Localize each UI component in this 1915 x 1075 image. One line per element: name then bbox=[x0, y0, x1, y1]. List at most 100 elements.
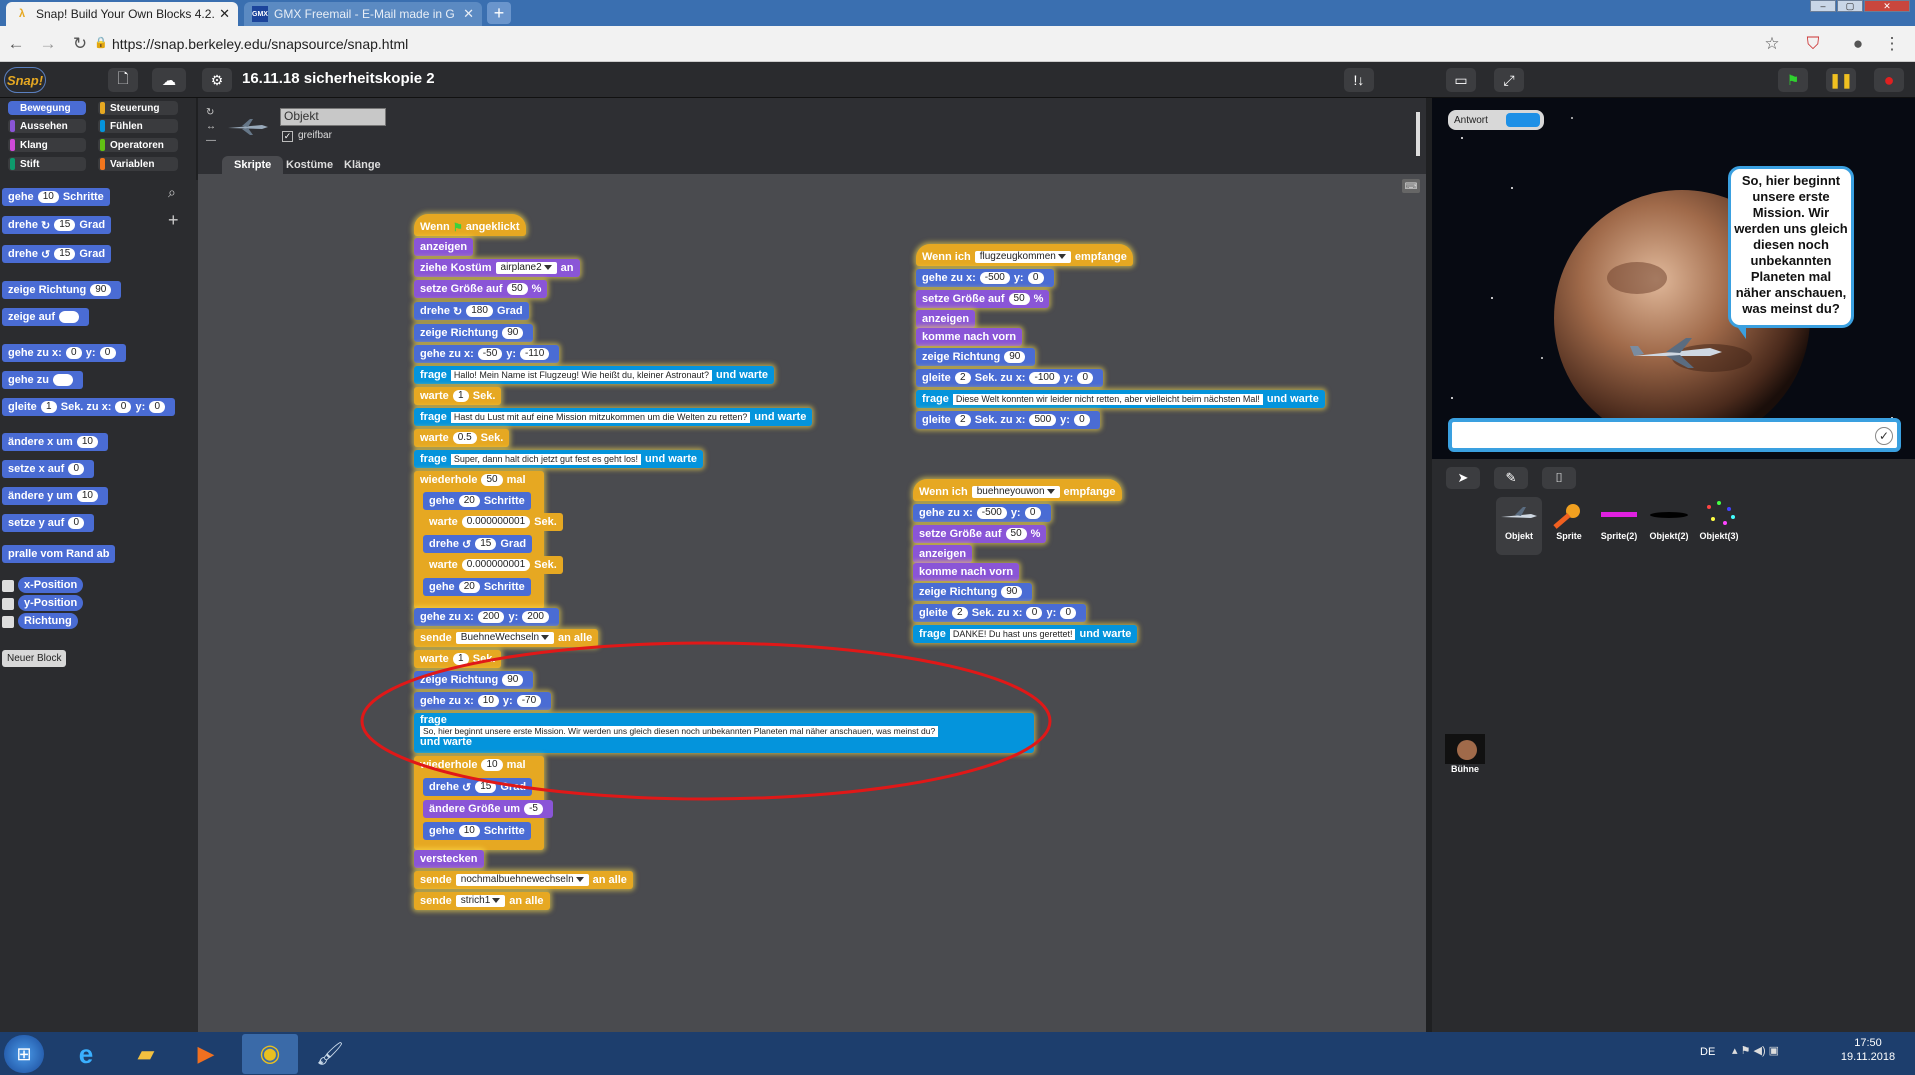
internet-explorer-icon[interactable]: e bbox=[62, 1036, 110, 1072]
stop-icon[interactable]: ● bbox=[1874, 68, 1904, 92]
start-button[interactable]: ⊞ bbox=[4, 1035, 44, 1073]
snap-logo[interactable]: Snap! bbox=[4, 67, 46, 93]
checkbox-x-position[interactable] bbox=[2, 580, 14, 592]
sprite-name-field[interactable]: Objekt bbox=[280, 108, 386, 126]
hat-when-receive-1[interactable]: Wenn ich flugzeugkommen empfange bbox=[916, 244, 1133, 266]
corral-sprite-objekt[interactable]: Objekt bbox=[1496, 497, 1542, 555]
palette-block-set-y[interactable]: setze y auf 0 bbox=[2, 514, 95, 532]
language-indicator[interactable]: DE bbox=[1700, 1046, 1715, 1058]
palette-block-turn-left[interactable]: drehe ↺ 15 Grad bbox=[2, 245, 112, 263]
palette-block-glide[interactable]: gleite 1 Sek. zu x: 0 y: 0 bbox=[2, 398, 176, 416]
palette-block-change-y[interactable]: ändere y um 10 bbox=[2, 487, 108, 505]
palette-block-turn-right[interactable]: drehe ↻ 15 Grad bbox=[2, 216, 112, 234]
block-broadcast-3[interactable]: sende strich1 an alle bbox=[414, 892, 550, 910]
new-block-button[interactable]: Neuer Block bbox=[2, 650, 67, 667]
tab-gmx[interactable]: GMX GMX Freemail - E-Mail made in G ✕ bbox=[244, 2, 482, 26]
block-set-size-s2[interactable]: setze Größe auf 50% bbox=[916, 290, 1050, 308]
block-move-10[interactable]: gehe 10 Schritte bbox=[423, 822, 531, 840]
block-move-20b[interactable]: gehe 20 Schritte bbox=[423, 578, 531, 596]
block-ask-s2[interactable]: frage Diese Welt konnten wir leider nicht… bbox=[916, 390, 1325, 408]
submit-answer-icon[interactable]: ✓ bbox=[1875, 427, 1893, 445]
add-icon[interactable]: + bbox=[168, 210, 188, 230]
camera-icon[interactable]: ⌷ bbox=[1542, 467, 1576, 489]
maximize-button[interactable]: ▢ bbox=[1837, 0, 1863, 12]
reload-icon[interactable]: ↻ bbox=[70, 34, 90, 54]
rotation-style-icons[interactable]: ↻ ↔ — bbox=[206, 106, 216, 148]
block-wait-tiny-2[interactable]: warte 0.000000001 Sek. bbox=[423, 556, 563, 574]
palette-block-set-x[interactable]: setze x auf 0 bbox=[2, 460, 95, 478]
category-motion[interactable]: Bewegung bbox=[8, 101, 86, 115]
hat-when-receive-2[interactable]: Wenn ich buehneyouwon empfange bbox=[913, 479, 1122, 501]
chrome-icon[interactable]: ◉ bbox=[242, 1034, 298, 1074]
block-show[interactable]: anzeigen bbox=[414, 238, 474, 256]
paintbrush-icon[interactable]: ✎ bbox=[1494, 467, 1528, 489]
block-ask-3[interactable]: frage Super, dann halt dich jetzt gut fes… bbox=[414, 450, 703, 468]
tray-icons[interactable]: ▴ ⚑ ◀) ▣ bbox=[1732, 1044, 1779, 1057]
block-move-20[interactable]: gehe 20 Schritte bbox=[423, 492, 531, 510]
block-hide[interactable]: verstecken bbox=[414, 850, 484, 868]
palette-block-goto-xy[interactable]: gehe zu x: 0 y: 0 bbox=[2, 344, 126, 362]
settings-gear-icon[interactable]: ⚙ bbox=[202, 68, 232, 92]
corral-sprite-objekt2[interactable]: Objekt(2) bbox=[1646, 497, 1692, 555]
block-ask-2[interactable]: frage Hast du Lust mit auf eine Mission m… bbox=[414, 408, 813, 426]
extension-icon[interactable]: ⛉ bbox=[1803, 34, 1823, 54]
category-control[interactable]: Steuerung bbox=[98, 101, 178, 115]
palette-block-point-towards[interactable]: zeige auf bbox=[2, 308, 90, 326]
green-flag-icon[interactable]: ⚑ bbox=[1778, 68, 1808, 92]
normal-stage-icon[interactable]: ▭ bbox=[1446, 68, 1476, 92]
block-glide-s3[interactable]: gleite 2 Sek. zu x: 0 y: 0 bbox=[913, 604, 1087, 622]
block-point-direction-s3[interactable]: zeige Richtung 90 bbox=[913, 583, 1033, 601]
block-switch-costume[interactable]: ziehe Kostüm airplane2 an bbox=[414, 259, 580, 277]
back-icon[interactable]: ← bbox=[6, 34, 26, 54]
forward-icon[interactable]: → bbox=[38, 34, 58, 54]
block-go-to-front-s3[interactable]: komme nach vorn bbox=[913, 563, 1020, 581]
block-broadcast-2[interactable]: sende nochmalbuehnewechseln an alle bbox=[414, 871, 633, 889]
palette-block-bounce[interactable]: pralle vom Rand ab bbox=[2, 545, 116, 563]
url-field[interactable]: https://snap.berkeley.edu/snapsource/sna… bbox=[112, 34, 408, 54]
answer-variable-watcher[interactable]: Antwort bbox=[1448, 110, 1544, 130]
file-icon[interactable]: 🗋 bbox=[108, 68, 138, 92]
checkbox-direction[interactable] bbox=[2, 616, 14, 628]
block-ask-s3[interactable]: frage DANKE! Du hast uns gerettet! und war… bbox=[913, 625, 1138, 643]
corral-sprite-sprite2[interactable]: Sprite(2) bbox=[1596, 497, 1642, 555]
block-go-to-front-s2[interactable]: komme nach vorn bbox=[916, 328, 1023, 346]
star-icon[interactable]: ☆ bbox=[1762, 34, 1782, 54]
clock[interactable]: 17:50 19.11.2018 bbox=[1838, 1037, 1898, 1063]
block-turn[interactable]: drehe ↻ 180 Grad bbox=[414, 302, 529, 320]
reporter-direction[interactable]: Richtung bbox=[18, 613, 78, 629]
block-goto-xy[interactable]: gehe zu x: -50 y: -110 bbox=[414, 345, 560, 363]
close-tab-icon[interactable]: ✕ bbox=[219, 6, 230, 22]
reporter-y-position[interactable]: y-Position bbox=[18, 595, 84, 611]
palette-block-point-direction[interactable]: zeige Richtung 90 bbox=[2, 281, 122, 299]
palette-block-change-x[interactable]: ändere x um 10 bbox=[2, 433, 108, 451]
reporter-x-position[interactable]: x-Position bbox=[18, 577, 84, 593]
tab-sounds[interactable]: Klänge bbox=[332, 156, 393, 174]
palette-block-move[interactable]: gehe 10 Schritte bbox=[2, 188, 110, 206]
block-point-direction-s2[interactable]: zeige Richtung 90 bbox=[916, 348, 1036, 366]
category-pen[interactable]: Stift bbox=[8, 157, 86, 171]
unused-blocks-icon[interactable]: !↓ bbox=[1344, 68, 1374, 92]
media-player-icon[interactable]: ▶ bbox=[182, 1036, 230, 1072]
new-tab-button[interactable]: + bbox=[487, 2, 511, 24]
search-icon[interactable]: ⌕ bbox=[168, 184, 188, 204]
tab-snap[interactable]: λ Snap! Build Your Own Blocks 4.2. ✕ bbox=[6, 2, 238, 26]
paint-icon[interactable]: 🖌 bbox=[306, 1036, 354, 1072]
cloud-icon[interactable]: ☁ bbox=[152, 68, 186, 92]
block-turn-left[interactable]: drehe ↺ 15 Grad bbox=[423, 535, 533, 553]
block-show-s2[interactable]: anzeigen bbox=[916, 310, 976, 328]
draggable-checkbox[interactable]: ✓ bbox=[282, 131, 293, 142]
hat-when-flag-clicked[interactable]: Wenn ⚑ angeklickt bbox=[414, 214, 526, 236]
block-goto-xy-2[interactable]: gehe zu x: 200 y: 200 bbox=[414, 608, 559, 626]
scripts-area[interactable]: ⌨ bbox=[198, 112, 1426, 1032]
pause-icon[interactable]: ❚❚ bbox=[1826, 68, 1856, 92]
block-wait-2[interactable]: warte 0.5 Sek. bbox=[414, 429, 510, 447]
block-wait-1[interactable]: warte 1 Sek. bbox=[414, 387, 502, 405]
close-tab-icon[interactable]: ✕ bbox=[463, 6, 474, 22]
menu-icon[interactable]: ⋮ bbox=[1882, 34, 1902, 54]
category-variables[interactable]: Variablen bbox=[98, 157, 178, 171]
minimize-button[interactable]: – bbox=[1810, 0, 1836, 12]
block-point-direction[interactable]: zeige Richtung 90 bbox=[414, 324, 534, 342]
palette-block-goto[interactable]: gehe zu bbox=[2, 371, 83, 389]
app-mode-icon[interactable]: ⤢ bbox=[1494, 68, 1524, 92]
block-glide-s2b[interactable]: gleite 2 Sek. zu x: 500 y: 0 bbox=[916, 411, 1100, 429]
